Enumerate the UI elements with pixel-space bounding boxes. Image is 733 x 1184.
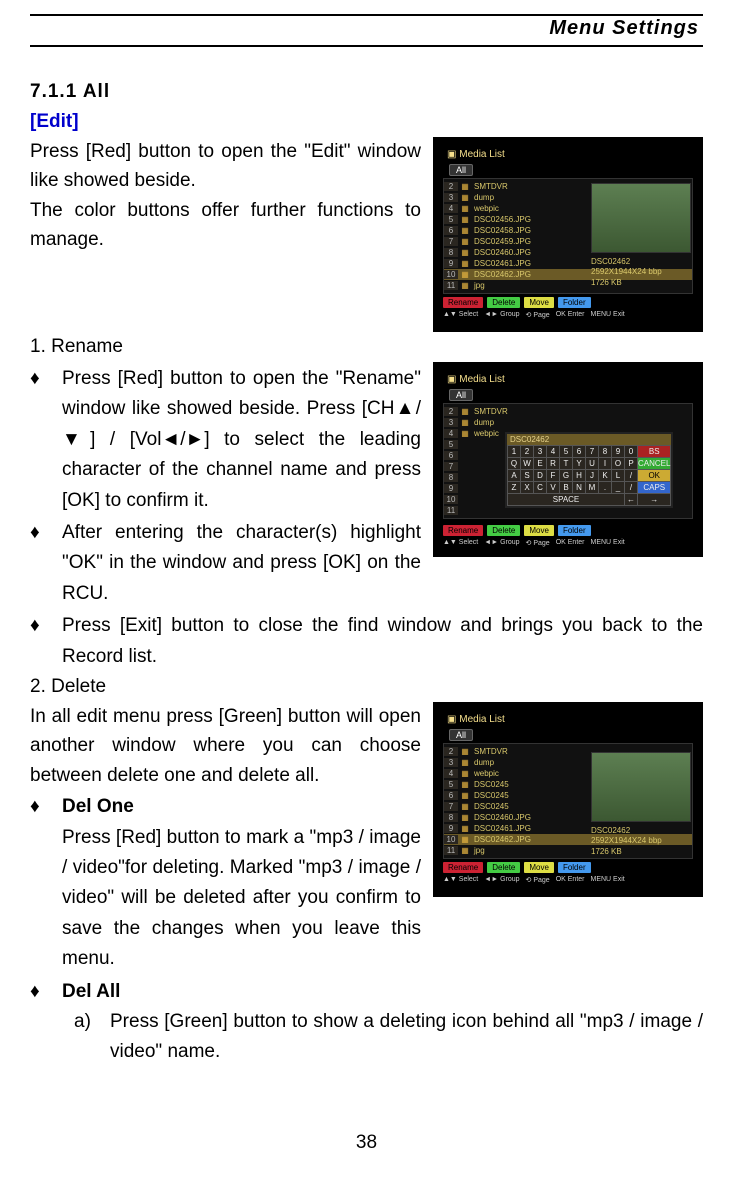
screenshot-edit: ▣ Media List All 2▦SMTDVR 3▦dump 4▦webpi…	[433, 137, 703, 332]
bullet-icon: ♦	[30, 518, 44, 609]
bullet-icon: ♦	[30, 364, 44, 516]
rename-bullet-1: Press [Red] button to open the "Rename" …	[62, 364, 421, 516]
bullet-icon: ♦	[30, 611, 44, 672]
edit-heading: [Edit]	[30, 111, 703, 133]
screenshot-delete: ▣ Media List All 2▦SMTDVR 3▦dump 4▦webpi…	[433, 702, 703, 897]
del-one-heading: Del One	[62, 796, 134, 817]
sub-a-label: a)	[74, 1007, 98, 1068]
section-number-title: 7.1.1 All	[30, 81, 703, 103]
rename-heading: 1. Rename	[30, 336, 703, 358]
delete-intro: In all edit menu press [Green] button wi…	[30, 702, 421, 790]
del-all-text: Press [Green] button to show a deleting …	[110, 1007, 703, 1068]
del-all-heading: Del All	[62, 977, 703, 1007]
intro-para-2: The color buttons offer further function…	[30, 196, 421, 255]
bullet-icon: ♦	[30, 977, 44, 1007]
intro-para-1: Press [Red] button to open the "Edit" wi…	[30, 137, 421, 196]
page-header: Menu Settings	[30, 17, 703, 42]
delete-heading: 2. Delete	[30, 676, 703, 698]
screenshot-rename: ▣ Media List All 2▦SMTDVR 3▦dump 4▦webpi…	[433, 362, 703, 557]
page-number: 38	[0, 1132, 733, 1154]
del-one-text: Press [Red] button to mark a "mp3 / imag…	[62, 827, 421, 970]
bullet-icon: ♦	[30, 792, 44, 974]
rename-bullet-2: After entering the character(s) highligh…	[62, 518, 421, 609]
rename-bullet-3: Press [Exit] button to close the find wi…	[62, 611, 703, 672]
